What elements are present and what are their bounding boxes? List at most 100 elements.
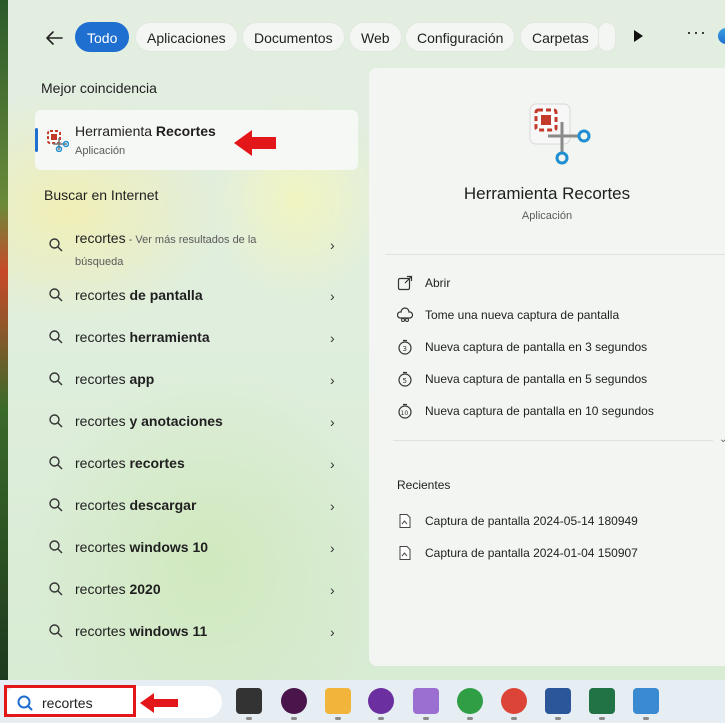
web-result[interactable]: recortes app › [38,359,358,399]
tab-documentos[interactable]: Documentos [242,22,345,52]
running-indicator [335,717,341,720]
web-result-label: recortes 2020 [75,581,161,597]
scroll-tabs-icon[interactable] [634,30,643,42]
open-icon [397,275,413,291]
web-result[interactable]: recortes windows 11 › [38,611,358,651]
web-result[interactable]: recortes 2020 › [38,569,358,609]
web-result-label: recortes windows 11 [75,623,208,639]
slack-icon[interactable] [281,688,307,714]
snip-cloud-icon [397,307,413,322]
search-icon [49,540,63,554]
running-indicator [467,717,473,720]
snipping-tool-large-icon [529,103,591,165]
chevron-right-icon: › [330,330,335,346]
timer-10-icon: 10 [398,403,412,419]
web-result[interactable]: recortes herramienta › [38,317,358,357]
svg-text:5: 5 [403,377,407,385]
chevron-right-icon: › [330,456,335,472]
web-result-label: recortes y anotaciones [75,413,223,429]
tab-todo[interactable]: Todo [75,22,130,52]
excel-icon[interactable] [589,688,615,714]
search-icon [49,624,63,638]
feather-icon[interactable] [413,688,439,714]
chevron-right-icon: › [330,288,335,304]
web-result[interactable]: recortes descargar › [38,485,358,525]
detail-subtitle: Aplicación [521,210,573,222]
chevron-right-icon: › [330,582,335,598]
filter-bar: Todo Aplicaciones Documentos Web Configu… [8,18,725,58]
chevron-right-icon: › [330,414,335,430]
best-match-item[interactable]: Herramienta Recortes Aplicación [35,110,358,170]
best-match-name: Herramienta Recortes [75,123,216,139]
word-icon[interactable] [545,688,571,714]
app-purple-icon[interactable] [368,688,394,714]
running-indicator [246,717,252,720]
chevron-right-icon: › [330,372,335,388]
web-result[interactable]: recortes recortes › [38,443,358,483]
timer-3-icon: 3 [398,339,412,355]
expand-chevron-icon[interactable]: ⌄ [719,434,725,445]
tab-aplicaciones[interactable]: Aplicaciones [135,22,238,52]
divider [393,440,713,441]
web-search-heading: Buscar en Internet [44,187,159,203]
chevron-right-icon: › [330,540,335,556]
search-icon [49,582,63,596]
running-indicator [599,717,605,720]
chrome-s-icon[interactable] [501,688,527,714]
tab-web[interactable]: Web [349,22,402,52]
more-options-icon[interactable]: ··· [686,22,707,43]
web-result[interactable]: recortes y anotaciones › [38,401,358,441]
detail-pane: Herramienta Recortes Aplicación Abrir To… [369,68,725,666]
detail-title: Herramienta Recortes [463,184,631,203]
annotation-box [4,685,136,717]
running-indicator [378,717,384,720]
tab-overflow[interactable] [598,22,616,52]
recent-heading: Recientes [397,478,451,492]
web-result-label: recortes descargar [75,497,197,513]
taskbar: recortes [0,680,725,723]
search-icon [49,498,63,512]
chevron-right-icon: › [330,624,335,640]
web-result-label: recortes de pantalla [75,287,203,303]
search-icon [49,414,63,428]
file-explorer-icon[interactable] [325,688,351,714]
paint-icon[interactable] [633,688,659,714]
svg-text:3: 3 [403,345,407,353]
annotation-arrow-icon [234,130,276,156]
chrome-y-icon[interactable] [457,688,483,714]
tab-configuracion[interactable]: Configuración [405,22,516,52]
divider [385,254,725,255]
web-result[interactable]: recortes windows 10 › [38,527,358,567]
snipping-tool-icon [47,130,69,152]
web-result-label: recortes app [75,371,155,387]
web-result[interactable]: recortes de pantalla › [38,275,358,315]
search-icon [49,330,63,344]
action-delay-3-label: Nueva captura de pantalla en 3 segundos [425,340,648,354]
search-icon [49,456,63,470]
action-delay-10-label: Nueva captura de pantalla en 10 segundos [425,404,654,418]
web-result-label: recortes recortes [75,455,185,471]
tab-carpetas[interactable]: Carpetas [520,22,601,52]
best-match-heading: Mejor coincidencia [41,80,157,96]
best-match-type: Aplicación [75,145,126,157]
running-indicator [555,717,561,720]
profile-icon[interactable] [718,28,725,44]
annotation-arrow-icon [140,693,178,713]
recent-file-label: Captura de pantalla 2024-05-14 180949 [425,514,638,528]
chevron-right-icon: › [330,237,335,253]
svg-text:10: 10 [401,410,409,417]
running-indicator [511,717,517,720]
image-file-icon [399,546,411,560]
running-indicator [291,717,297,720]
back-arrow-icon[interactable] [42,26,66,50]
image-file-icon [399,514,411,528]
task-view-icon[interactable] [236,688,262,714]
timer-5-icon: 5 [398,371,412,387]
search-icon [49,238,63,252]
web-result-main[interactable]: recortes - Ver más resultados de la búsq… [38,225,358,268]
search-icon [49,288,63,302]
action-new-snip-label: Tome una nueva captura de pantalla [425,308,620,322]
search-icon [49,372,63,386]
desktop-wallpaper [0,0,8,680]
search-panel: Todo Aplicaciones Documentos Web Configu… [8,0,725,680]
